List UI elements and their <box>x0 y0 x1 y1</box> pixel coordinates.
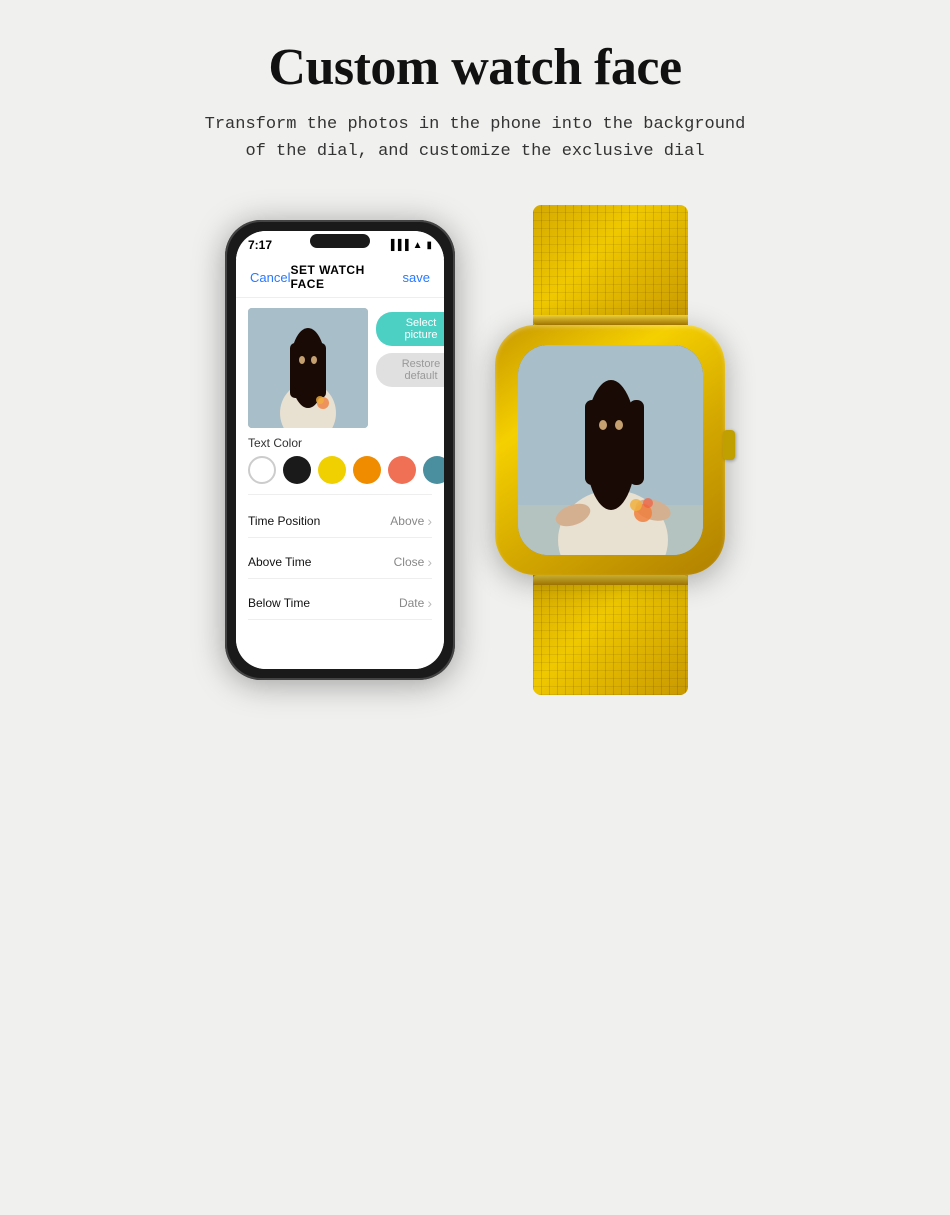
text-color-label: Text Color <box>248 436 432 450</box>
photo-svg <box>248 308 368 428</box>
wifi-icon: ▲ <box>413 240 423 251</box>
color-swatch-black[interactable] <box>283 456 311 484</box>
above-time-label: Above Time <box>248 555 311 569</box>
above-time-row[interactable]: Above Time Close › <box>248 546 432 579</box>
above-time-value: Close › <box>394 554 432 570</box>
watch-face-svg <box>518 345 703 555</box>
watch-body <box>495 325 725 575</box>
band-mesh-top <box>533 205 688 325</box>
phone-screen: 7:17 ▐▐▐ ▲ ▮ Cancel SET WATCH FACE save <box>236 231 444 669</box>
cancel-button[interactable]: Cancel <box>250 270 290 285</box>
save-button[interactable]: save <box>403 270 430 285</box>
band-bar-bottom-top <box>533 575 688 585</box>
time-position-label: Time Position <box>248 514 320 528</box>
band-bar-top-bottom <box>533 315 688 325</box>
smartwatch-device <box>495 205 725 695</box>
app-header-title: SET WATCH FACE <box>290 263 402 291</box>
chevron-icon-2: › <box>427 554 432 570</box>
below-time-value: Date › <box>399 595 432 611</box>
phone-notch <box>310 234 370 248</box>
status-icons: ▐▐▐ ▲ ▮ <box>387 240 432 251</box>
watch-band-bottom <box>533 575 688 695</box>
band-mesh-bottom <box>533 575 688 695</box>
color-swatch-yellow[interactable] <box>318 456 346 484</box>
chevron-icon: › <box>427 513 432 529</box>
watch-crown <box>723 430 735 460</box>
divider-1 <box>248 494 432 495</box>
color-swatch-teal[interactable] <box>423 456 444 484</box>
text-color-section: Text Color <box>248 436 432 484</box>
color-swatch-white[interactable] <box>248 456 276 484</box>
photo-preview <box>248 308 368 428</box>
devices-row: 7:17 ▐▐▐ ▲ ▮ Cancel SET WATCH FACE save <box>225 205 725 695</box>
app-content: Select picture Restore default Text Colo… <box>236 298 444 669</box>
battery-icon: ▮ <box>426 240 432 251</box>
time-position-row[interactable]: Time Position Above › <box>248 505 432 538</box>
chevron-icon-3: › <box>427 595 432 611</box>
color-swatch-salmon[interactable] <box>388 456 416 484</box>
app-header: Cancel SET WATCH FACE save <box>236 259 444 298</box>
time-position-value: Above › <box>390 513 432 529</box>
page-subtitle: Transform the photos in the phone into t… <box>205 111 746 165</box>
phone-time: 7:17 <box>248 238 272 252</box>
page-title: Custom watch face <box>268 38 681 97</box>
below-time-row[interactable]: Below Time Date › <box>248 587 432 620</box>
restore-default-button[interactable]: Restore default <box>376 353 444 387</box>
signal-icon: ▐▐▐ <box>387 240 408 251</box>
select-picture-button[interactable]: Select picture <box>376 312 444 346</box>
watch-screen <box>518 345 703 555</box>
watch-band-top <box>533 205 688 325</box>
color-swatch-orange[interactable] <box>353 456 381 484</box>
phone-device: 7:17 ▐▐▐ ▲ ▮ Cancel SET WATCH FACE save <box>225 220 455 680</box>
watch-face <box>518 345 703 555</box>
color-swatches <box>248 456 432 484</box>
below-time-label: Below Time <box>248 596 310 610</box>
